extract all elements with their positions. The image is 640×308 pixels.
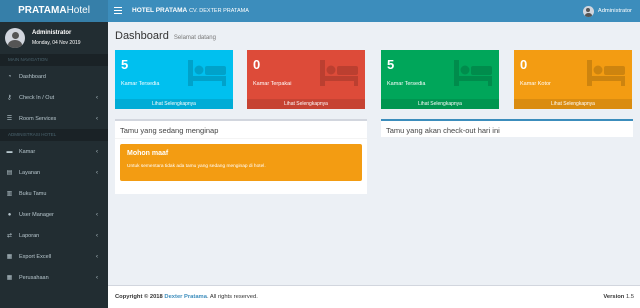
- navbar-title: HOTEL PRATAMA CV. DEXTER PRATAMA: [132, 0, 249, 22]
- sidebar-toggle-icon[interactable]: [114, 6, 122, 16]
- sidebar-item-label: Buku Tamu: [19, 190, 47, 197]
- logo-light-text: Hotel: [66, 5, 90, 16]
- sidebar-item-label: Dashboard: [19, 73, 46, 80]
- stat-box-kamar-terpakai: 0 Kamar Terpakai Lihat Selengkapnya: [247, 50, 365, 109]
- stat-label: Kamar Kotor: [520, 81, 551, 87]
- user-icon: ●: [7, 211, 12, 218]
- app-logo[interactable]: PRATAMAHotel: [0, 0, 108, 22]
- sidebar-item-label: Room Services: [19, 115, 57, 122]
- book-icon: ▥: [6, 191, 13, 197]
- stat-value: 5: [121, 57, 129, 72]
- sidebar-user-name: Administrator: [32, 30, 72, 36]
- sidebar-user-date: Monday, 04 Nov 2019: [32, 40, 81, 46]
- stat-box-kamar-tersedia-2: 5 Kamar Tersedia Lihat Selengkapnya: [381, 50, 499, 109]
- chevron-left-icon: ‹: [96, 211, 98, 218]
- stat-value: 0: [520, 57, 528, 72]
- sidebar-item-label: Export Excell: [19, 253, 52, 260]
- sidebar-item-laporan[interactable]: ⇄ Laporan ‹: [0, 225, 108, 246]
- version-label: Version: [603, 294, 625, 300]
- key-icon: ⚷: [7, 95, 12, 101]
- stat-label: Kamar Terpakai: [253, 81, 292, 87]
- chevron-left-icon: ‹: [96, 148, 98, 155]
- chevron-left-icon: ‹: [96, 169, 98, 176]
- callout-message: Untuk sementara tidak ada tamu yang seda…: [127, 164, 266, 169]
- footer-copyright: Copyright © 2018 Dexter Pratama. All rig…: [115, 294, 258, 300]
- user-panel: Administrator Monday, 04 Nov 2019: [0, 22, 108, 54]
- panel-divider: [115, 138, 367, 139]
- panel-title: Tamu yang sedang menginap: [120, 126, 219, 135]
- page-title-text: Dashboard: [115, 30, 169, 42]
- footer-version: Version 1.5: [603, 294, 634, 300]
- stat-box-kamar-tersedia: 5 Kamar Tersedia Lihat Selengkapnya: [115, 50, 233, 109]
- logo-bold-text: PRATAMA: [18, 5, 67, 16]
- sidebar-item-layanan[interactable]: ▤ Layanan ‹: [0, 162, 108, 183]
- sidebar-item-buku-tamu[interactable]: ▥ Buku Tamu: [0, 183, 108, 204]
- bed-icon: [320, 60, 358, 86]
- stat-value: 0: [253, 57, 261, 72]
- panel-checkout-today: Tamu yang akan check-out hari ini: [381, 119, 633, 137]
- user-menu[interactable]: Administrator: [582, 5, 632, 17]
- navbar-owner-name: CV. DEXTER PRATAMA: [189, 8, 249, 14]
- sidebar-item-label: Perusahaan: [19, 274, 49, 281]
- sidebar-item-check-in-out[interactable]: ⚷ Check In / Out ‹: [0, 87, 108, 108]
- navbar-hotel-name: HOTEL PRATAMA: [132, 7, 188, 14]
- chevron-left-icon: ‹: [96, 94, 98, 101]
- company-link[interactable]: Dexter Pratama: [164, 294, 207, 300]
- empty-callout: Mohon maaf Untuk sementara tidak ada tam…: [120, 144, 362, 181]
- sidebar-item-label: Kamar: [19, 148, 36, 155]
- sidebar-item-label: Laporan: [19, 232, 40, 239]
- chevron-left-icon: ‹: [96, 274, 98, 281]
- chevron-left-icon: ‹: [96, 253, 98, 260]
- sidebar: Administrator Monday, 04 Nov 2019 MAIN N…: [0, 22, 108, 308]
- sidebar-item-kamar[interactable]: ▬ Kamar ‹: [0, 141, 108, 162]
- sidebar-item-label: Check In / Out: [19, 94, 55, 101]
- stat-more-link[interactable]: Lihat Selengkapnya: [115, 99, 233, 109]
- sidebar-item-label: User Manager: [19, 211, 54, 218]
- user-avatar-large-icon: [5, 28, 25, 48]
- footer: Copyright © 2018 Dexter Pratama. All rig…: [108, 285, 640, 308]
- chevron-left-icon: ‹: [96, 232, 98, 239]
- bed-icon: [587, 60, 625, 86]
- dashboard-icon: ◔: [7, 73, 12, 80]
- sidebar-item-user-manager[interactable]: ● User Manager ‹: [0, 204, 108, 225]
- sidebar-item-export-excell[interactable]: ▦ Export Excell ‹: [0, 246, 108, 267]
- menu-header-admin: ADMINISTRASI HOTEL: [0, 129, 108, 141]
- menu-header-main: MAIN NAVIGATION: [0, 54, 108, 66]
- panel-title: Tamu yang akan check-out hari ini: [386, 126, 500, 135]
- stat-box-kamar-kotor: 0 Kamar Kotor Lihat Selengkapnya: [514, 50, 632, 109]
- bed-icon: [188, 60, 226, 86]
- stat-value: 5: [387, 57, 395, 72]
- top-navbar: HOTEL PRATAMA CV. DEXTER PRATAMA Adminis…: [108, 0, 640, 22]
- page-title: Dashboard Selamat datang: [115, 30, 216, 42]
- panel-staying-guests: Tamu yang sedang menginap Mohon maaf Unt…: [115, 119, 367, 194]
- user-menu-label: Administrator: [597, 8, 632, 14]
- stat-label: Kamar Tersedia: [387, 81, 426, 87]
- callout-title: Mohon maaf: [127, 150, 169, 157]
- sidebar-item-perusahaan[interactable]: ▦ Perusahaan ‹: [0, 267, 108, 288]
- sidebar-item-dashboard[interactable]: ◔ Dashboard: [0, 66, 108, 87]
- version-number: 1.5: [625, 294, 634, 300]
- stat-more-link[interactable]: Lihat Selengkapnya: [381, 99, 499, 109]
- stat-more-link[interactable]: Lihat Selengkapnya: [247, 99, 365, 109]
- copyright-text: Copyright © 2018: [115, 294, 163, 300]
- sidebar-item-room-services[interactable]: ☰ Room Services ‹: [0, 108, 108, 129]
- exchange-icon: ⇄: [6, 233, 13, 239]
- list-icon: ☰: [6, 116, 13, 122]
- stat-more-link[interactable]: Lihat Selengkapnya: [514, 99, 632, 109]
- stat-label: Kamar Tersedia: [121, 81, 160, 87]
- bed-icon: [454, 60, 492, 86]
- user-avatar-icon: [582, 5, 594, 17]
- clipboard-icon: ▤: [6, 170, 13, 176]
- chevron-left-icon: ‹: [96, 115, 98, 122]
- file-excel-icon: ▦: [6, 254, 13, 260]
- page-subtitle: Selamat datang: [173, 35, 216, 41]
- rights-text: . All rights reserved.: [206, 294, 258, 300]
- bed-icon: ▬: [6, 148, 13, 155]
- sidebar-item-label: Layanan: [19, 169, 41, 176]
- main-content: Dashboard Selamat datang 5 Kamar Tersedi…: [108, 22, 640, 285]
- building-icon: ▦: [6, 275, 13, 281]
